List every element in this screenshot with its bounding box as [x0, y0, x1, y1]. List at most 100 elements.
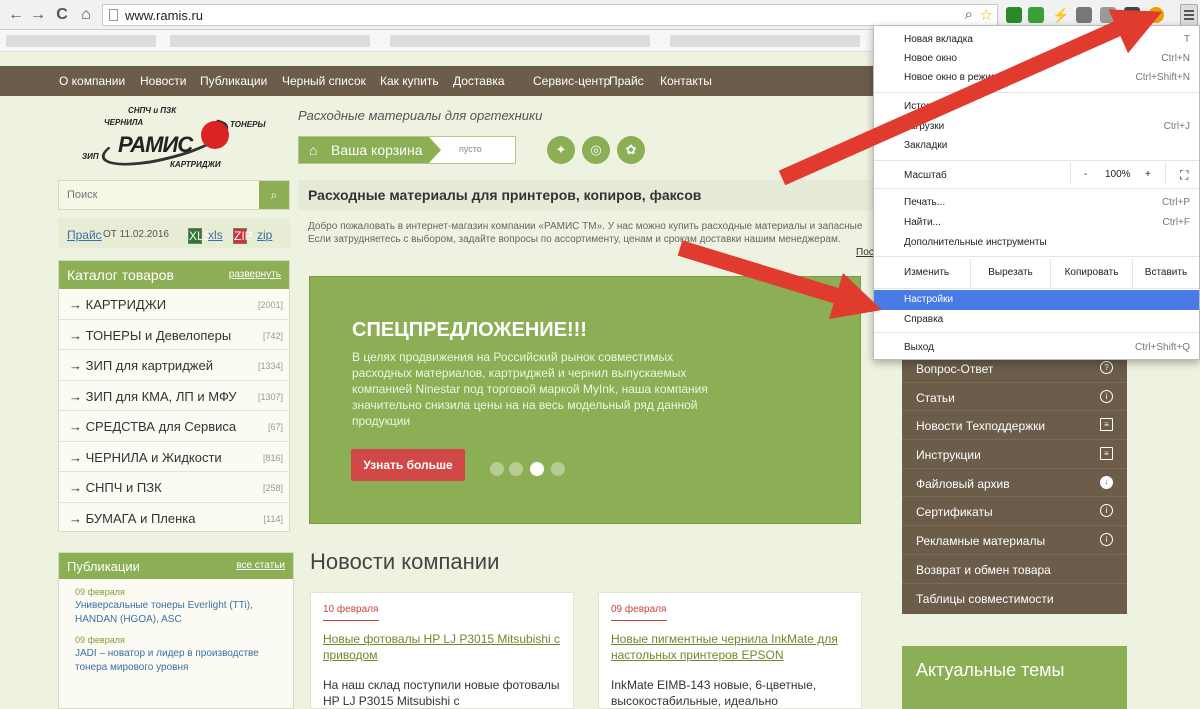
expand-link[interactable]: развернуть — [229, 269, 281, 280]
chrome-menu-icon[interactable] — [1180, 4, 1198, 26]
slide-dot[interactable] — [509, 462, 523, 476]
sidebar-item[interactable]: Сертификаты i — [902, 497, 1127, 527]
sidebar-item[interactable]: Файловый архив ↓ — [902, 469, 1127, 498]
welcome-more-link[interactable]: Пос — [856, 247, 874, 258]
reload-icon[interactable]: C — [52, 5, 72, 25]
catalog-item[interactable]: → ТОНЕРЫ и Девелоперы [742] — [59, 320, 289, 350]
publication-title[interactable]: JADI – новатор и лидер в производстве то… — [75, 647, 293, 675]
learn-more-button[interactable]: Узнать больше — [351, 449, 465, 481]
nav-link[interactable]: Сервис-центр — [533, 74, 610, 88]
tools-icon[interactable] — [1076, 7, 1092, 23]
shield-icon[interactable] — [1006, 7, 1022, 23]
price-link[interactable]: Прайс — [67, 228, 102, 242]
social-icon[interactable]: ◎ — [582, 136, 610, 164]
slide-dot[interactable] — [490, 462, 504, 476]
extension-icon[interactable] — [1028, 7, 1044, 23]
home-icon[interactable]: ⌂ — [76, 5, 96, 25]
menu-copy[interactable]: Копировать — [1050, 259, 1132, 287]
star-icon[interactable]: ☆ — [980, 6, 993, 24]
slogan: Расходные материалы для оргтехники — [298, 108, 543, 123]
menu-help[interactable]: Справка — [874, 310, 1199, 330]
menu-exit[interactable]: Выход Ctrl+Shift+Q — [874, 338, 1199, 358]
sidebar-item[interactable]: Возврат и обмен товара — [902, 555, 1127, 584]
back-icon[interactable]: ← — [6, 5, 26, 25]
menu-divider — [874, 332, 1199, 333]
catalog-item[interactable]: → БУМАГА и Пленка [114] — [59, 503, 289, 534]
blurred-bookmarks — [390, 35, 650, 47]
news-link[interactable]: Новые фотовалы HP LJ P3015 Mitsubishi с … — [323, 631, 563, 663]
news-text: InkMate EIMB-143 новые, 6-цветные, высок… — [611, 678, 817, 708]
promo-title: СПЕЦПРЕДЛОЖЕНИЕ!!! — [352, 319, 587, 341]
blurred-bookmarks — [170, 35, 370, 47]
sidebar-item[interactable]: Инструкции ≡ — [902, 440, 1127, 469]
info-icon: i — [1100, 533, 1113, 547]
menu-print[interactable]: Печать... Ctrl+P — [874, 193, 1199, 213]
nav-link[interactable]: Контакты — [660, 74, 712, 88]
lightning-icon[interactable]: ⚡ — [1052, 7, 1069, 23]
catalog-item-label: ЗИП для КМА, ЛП и МФУ — [85, 388, 237, 404]
catalog-item-count: [742] — [262, 330, 283, 341]
menu-label: Выход — [904, 342, 934, 353]
site-logo[interactable]: РАМИС СНПЧ и ПЗК ЧЕРНИЛА ТОНЕРЫ ЗИП КАРТ… — [80, 104, 270, 176]
catalog-item[interactable]: → СНПЧ и ПЗК [258] — [59, 472, 289, 503]
zip-link[interactable]: zip — [257, 228, 272, 242]
menu-more-tools[interactable]: Дополнительные инструменты — [874, 233, 1199, 253]
catalog-item-label: ЧЕРНИЛА и Жидкости — [85, 449, 222, 465]
nav-link[interactable]: Черный список — [282, 74, 366, 88]
twitter-icon[interactable]: ✦ — [547, 136, 575, 164]
catalog-item-label: КАРТРИДЖИ — [85, 297, 167, 312]
publication-date: 09 февраля — [75, 635, 125, 645]
catalog-item[interactable]: → КАРТРИДЖИ [2001] — [59, 289, 289, 320]
nav-link[interactable]: Как купить — [380, 74, 439, 88]
basket-icon: ⌂ — [309, 142, 318, 158]
catalog-item[interactable]: → ЗИП для КМА, ЛП и МФУ [1307] — [59, 381, 289, 411]
publication-item[interactable]: 09 февраля Универсальные тонеры Everlight… — [59, 579, 293, 627]
all-articles-link[interactable]: все статьи — [236, 560, 285, 571]
publication-title[interactable]: Универсальные тонеры Everlight (TTi), HA… — [75, 599, 293, 627]
nav-link[interactable]: Доставка — [453, 74, 505, 88]
menu-paste[interactable]: Вставить — [1132, 259, 1199, 287]
nav-link[interactable]: Публикации — [200, 74, 267, 88]
search-input[interactable] — [59, 181, 259, 209]
news-card: 09 февраля Новые пигментные чернила InkM… — [598, 592, 862, 709]
menu-edit-label: Изменить — [904, 267, 950, 278]
logo-tag: ТОНЕРЫ — [230, 120, 266, 129]
news-link[interactable]: Новые пигментные чернила InkMate для нас… — [611, 631, 851, 663]
address-bar[interactable]: www.ramis.ru ⌕ ☆ — [102, 4, 998, 26]
menu-settings[interactable]: Настройки — [874, 290, 1199, 310]
fullscreen-icon[interactable]: ⛶ — [1180, 168, 1188, 190]
flower-icon[interactable]: ✿ — [617, 136, 645, 164]
news-date: 10 февраля — [323, 604, 379, 621]
catalog-item-label: ЗИП для картриджей — [85, 358, 213, 373]
menu-cut[interactable]: Вырезать — [970, 259, 1050, 287]
cart-label: Ваша корзина — [331, 142, 423, 158]
catalog-item[interactable]: → ЧЕРНИЛА и Жидкости [816] — [59, 442, 289, 472]
catalog-item[interactable]: → СРЕДСТВА для Сервиса [67] — [59, 411, 289, 442]
menu-divider — [874, 288, 1199, 289]
catalog-item[interactable]: → ЗИП для картриджей [1334] — [59, 350, 289, 381]
cart-button[interactable]: ⌂ Ваша корзина — [299, 137, 441, 163]
xls-link[interactable]: xls — [208, 228, 223, 242]
sidebar-item-label: Инструкции — [916, 448, 981, 463]
slide-dot[interactable] — [551, 462, 565, 476]
sidebar-item[interactable]: Статьи i — [902, 383, 1127, 412]
menu-shortcut: Ctrl+N — [1161, 53, 1190, 64]
zoom-icon[interactable]: ⌕ — [965, 6, 973, 23]
file-icon: ≡ — [1100, 447, 1113, 461]
menu-find[interactable]: Найти... Ctrl+F — [874, 213, 1199, 233]
nav-link[interactable]: Прайс — [609, 74, 644, 88]
xls-file-icon[interactable]: XLS — [188, 228, 212, 244]
menu-label: Новая вкладка — [904, 34, 973, 45]
slide-dot-active[interactable] — [530, 462, 544, 476]
publication-item[interactable]: 09 февраля JADI – новатор и лидер в произ… — [59, 627, 293, 675]
sidebar-item[interactable]: Таблицы совместимости — [902, 584, 1127, 613]
search-icon[interactable]: ⌕ — [259, 181, 289, 209]
sidebar-item[interactable]: Новости Техподдержки ≡ — [902, 411, 1127, 441]
forward-icon[interactable]: → — [28, 5, 48, 25]
zip-file-icon[interactable]: ZIP — [233, 228, 253, 244]
cart-widget[interactable]: ⌂ Ваша корзина пусто — [298, 136, 516, 164]
sidebar-item[interactable]: Рекламные материалы i — [902, 526, 1127, 555]
menu-bookmarks[interactable]: Закладки — [874, 136, 1199, 156]
nav-link[interactable]: Новости — [140, 74, 186, 88]
nav-link[interactable]: О компании — [59, 74, 125, 88]
